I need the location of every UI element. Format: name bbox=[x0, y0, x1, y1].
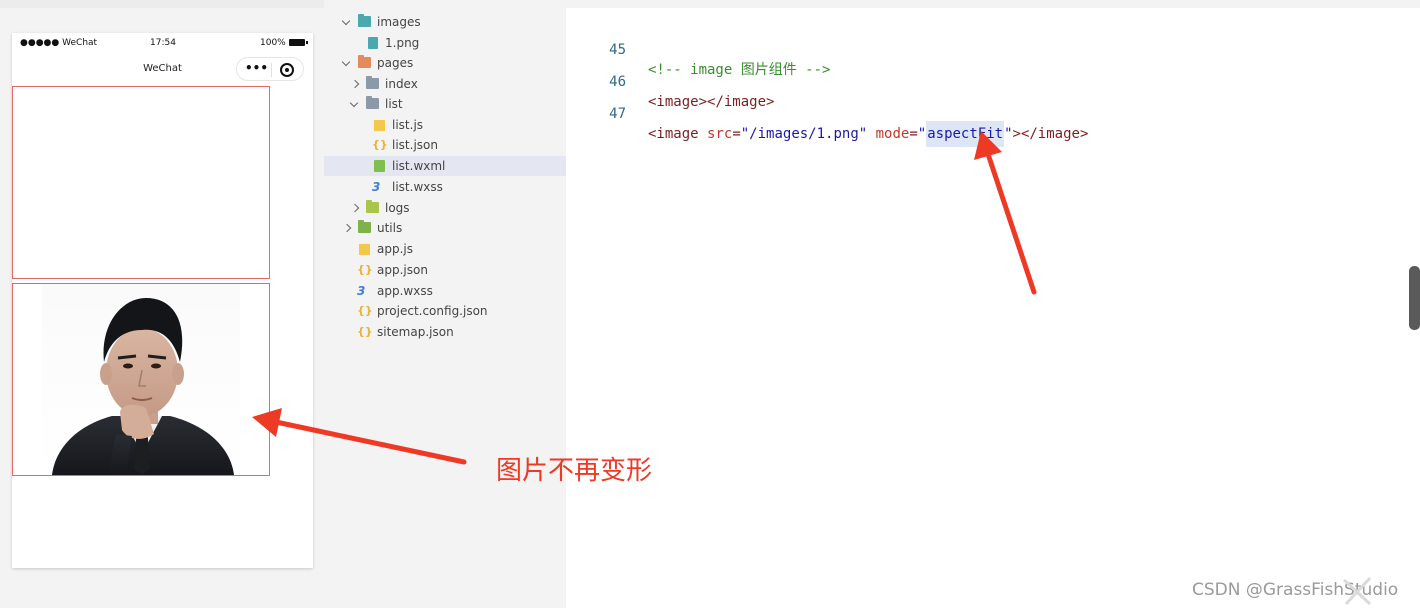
tree-label: logs bbox=[385, 201, 410, 215]
status-time: 17:54 bbox=[150, 38, 176, 48]
editor-scrollbar-thumb[interactable] bbox=[1409, 266, 1420, 330]
code-editor[interactable]: 45 <!-- image 图片组件 --> 46 <image></image… bbox=[566, 0, 1420, 608]
tree-folder-list[interactable]: list bbox=[324, 94, 566, 114]
tree-file-list-wxss[interactable]: 3 list.wxss bbox=[324, 177, 566, 197]
image-box-empty bbox=[12, 86, 270, 279]
tree-file-list-js[interactable]: list.js bbox=[324, 115, 566, 135]
folder-icon bbox=[366, 76, 379, 89]
target-circle-icon[interactable] bbox=[280, 63, 294, 77]
code-equals: = bbox=[732, 126, 741, 142]
tree-label: project.config.json bbox=[377, 304, 488, 318]
code-value-src: "/images/1.png" bbox=[740, 126, 868, 142]
battery-icon bbox=[288, 39, 308, 46]
portrait-image bbox=[42, 284, 240, 475]
simulator-top-strip bbox=[0, 0, 324, 8]
chevron-down-icon[interactable] bbox=[342, 12, 352, 32]
tree-file-sitemap-json[interactable]: {} sitemap.json bbox=[324, 322, 566, 342]
watermark-logo-icon bbox=[1342, 576, 1372, 606]
file-explorer: images 1.png pages index list list.js {}… bbox=[324, 0, 566, 608]
tree-label: list.json bbox=[392, 138, 438, 152]
image-file-icon bbox=[368, 37, 378, 49]
code-quote: " bbox=[1004, 126, 1013, 142]
chevron-right-icon[interactable] bbox=[352, 198, 362, 218]
tree-label: sitemap.json bbox=[377, 325, 454, 339]
json-file-icon: {} bbox=[357, 304, 373, 317]
tree-label: 1.png bbox=[385, 36, 420, 50]
tree-label: list.wxml bbox=[392, 159, 446, 173]
simulator-panel: ●●●●● WeChat 17:54 100% WeChat ••• bbox=[0, 0, 324, 608]
line-number: 47 bbox=[609, 106, 626, 122]
tree-folder-utils[interactable]: utils bbox=[324, 218, 566, 238]
carrier-label: ●●●●● WeChat bbox=[20, 38, 98, 48]
tree-file-app-wxss[interactable]: 3 app.wxss bbox=[324, 281, 566, 301]
tree-label: app.wxss bbox=[377, 284, 433, 298]
tree-file-project-config-json[interactable]: {} project.config.json bbox=[324, 301, 566, 321]
capsule-divider bbox=[271, 63, 272, 77]
tree-folder-logs[interactable]: logs bbox=[324, 198, 566, 218]
chevron-right-icon[interactable] bbox=[344, 218, 354, 238]
code-attr-src: src bbox=[707, 126, 733, 142]
code-attr-mode: mode bbox=[875, 126, 910, 142]
tree-file-1-png[interactable]: 1.png bbox=[324, 33, 566, 53]
portrait-illustration bbox=[52, 298, 234, 475]
code-line[interactable]: 46 <image></image> bbox=[566, 52, 1420, 110]
editor-tab-strip bbox=[566, 0, 1420, 8]
json-file-icon: {} bbox=[357, 263, 373, 276]
wxss-file-icon: 3 bbox=[357, 284, 366, 298]
tree-label: list.wxss bbox=[392, 180, 443, 194]
js-file-icon bbox=[374, 120, 385, 131]
tree-label: list bbox=[385, 97, 403, 111]
tree-file-app-js[interactable]: app.js bbox=[324, 239, 566, 259]
json-file-icon: {} bbox=[372, 138, 388, 151]
tree-label: pages bbox=[377, 56, 414, 70]
tree-label: index bbox=[385, 77, 418, 91]
code-line[interactable]: 47 <image src="/images/1.png" mode="aspe… bbox=[566, 84, 1420, 147]
folder-icon bbox=[366, 200, 379, 213]
tree-folder-index[interactable]: index bbox=[324, 74, 566, 94]
status-bar: ●●●●● WeChat 17:54 100% bbox=[12, 33, 313, 53]
js-file-icon bbox=[359, 244, 370, 255]
tree-file-list-json[interactable]: {} list.json bbox=[324, 135, 566, 155]
code-close-tag: ></image> bbox=[1012, 126, 1089, 142]
folder-icon bbox=[358, 220, 371, 233]
folder-icon bbox=[366, 96, 379, 109]
tree-folder-pages[interactable]: pages bbox=[324, 53, 566, 73]
tree-file-app-json[interactable]: {} app.json bbox=[324, 260, 566, 280]
annotation-caption: 图片不再变形 bbox=[496, 456, 653, 486]
wxml-file-icon bbox=[374, 160, 385, 172]
phone-screen: ●●●●● WeChat 17:54 100% WeChat ••• bbox=[12, 33, 313, 568]
menu-capsule[interactable]: ••• bbox=[236, 57, 304, 81]
json-file-icon: {} bbox=[357, 325, 373, 338]
image-box-portrait bbox=[12, 283, 270, 476]
tree-label: images bbox=[377, 15, 421, 29]
tree-label: app.json bbox=[377, 263, 428, 277]
tree-label: app.js bbox=[377, 242, 413, 256]
code-value-mode-highlighted: aspectFit bbox=[926, 121, 1005, 147]
code-open-tag: <image bbox=[648, 126, 708, 142]
chevron-down-icon[interactable] bbox=[342, 53, 352, 73]
battery-status: 100% bbox=[260, 38, 308, 48]
folder-icon bbox=[358, 55, 371, 68]
nav-bar: WeChat ••• bbox=[12, 53, 313, 85]
battery-percent: 100% bbox=[260, 38, 286, 48]
tree-label: utils bbox=[377, 221, 403, 235]
chevron-right-icon[interactable] bbox=[352, 74, 362, 94]
code-equals: = bbox=[909, 126, 918, 142]
more-dots-icon[interactable]: ••• bbox=[245, 61, 268, 75]
wxss-file-icon: 3 bbox=[372, 180, 381, 194]
tree-folder-images[interactable]: images bbox=[324, 12, 566, 32]
tree-label: list.js bbox=[392, 118, 424, 132]
code-quote: " bbox=[917, 126, 927, 142]
code-line[interactable]: 45 <!-- image 图片组件 --> bbox=[566, 20, 1420, 78]
tree-file-list-wxml[interactable]: list.wxml bbox=[324, 156, 566, 176]
chevron-down-icon[interactable] bbox=[350, 94, 360, 114]
folder-icon bbox=[358, 14, 371, 27]
